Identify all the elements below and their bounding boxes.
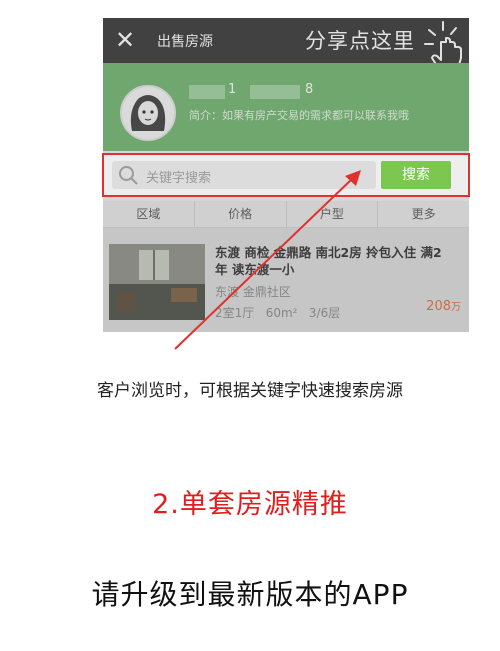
profile-card: 1 8 简介：如果有房产交易的需求都可以联系我哦 — [103, 63, 469, 151]
feature-title: 2.单套房源精推 — [152, 489, 348, 520]
page-title: 出售房源 — [157, 34, 213, 50]
share-hint[interactable]: 分享点这里 — [305, 25, 415, 55]
search-placeholder: 关键字搜索 — [146, 171, 212, 186]
listing-price: 208万 — [426, 299, 461, 314]
close-icon[interactable]: ✕ — [115, 26, 135, 54]
filter-more[interactable]: 更多 — [378, 201, 469, 227]
filter-price[interactable]: 价格 — [195, 201, 287, 227]
search-bar-highlight: 关键字搜索 搜索 — [102, 153, 470, 197]
listing-item[interactable]: 东渡 商检 金鼎路 南北2房 拎包入住 满2年 读东渡一小 东渡 金鼎社区 2室… — [103, 228, 469, 332]
search-icon — [119, 166, 138, 185]
profile-intro: 简介：如果有房产交易的需求都可以联系我哦 — [189, 109, 409, 122]
phone-digit-first: 1 — [228, 82, 237, 97]
search-input[interactable]: 关键字搜索 — [112, 161, 376, 189]
filter-layout[interactable]: 户型 — [287, 201, 379, 227]
search-button[interactable]: 搜索 — [381, 161, 451, 189]
listing-specs: 2室1厅 60m² 3/6层 — [215, 306, 341, 320]
caption-text: 客户浏览时，可根据关键字快速搜索房源 — [97, 381, 403, 401]
filter-bar: 区域 价格 户型 更多 — [103, 201, 469, 228]
upgrade-notice: 请升级到最新版本的APP — [91, 578, 409, 611]
masked-phone — [250, 85, 300, 99]
avatar[interactable] — [120, 85, 176, 141]
filter-area[interactable]: 区域 — [103, 201, 195, 227]
listing-photo — [109, 244, 205, 320]
phone-digit-last: 8 — [305, 82, 314, 97]
listing-estate: 东渡 金鼎社区 — [215, 285, 291, 299]
listing-title: 东渡 商检 金鼎路 南北2房 拎包入住 满2年 读东渡一小 — [215, 245, 442, 277]
masked-name — [189, 85, 225, 99]
title-bar: ✕ 出售房源 分享点这里 — [103, 18, 469, 73]
